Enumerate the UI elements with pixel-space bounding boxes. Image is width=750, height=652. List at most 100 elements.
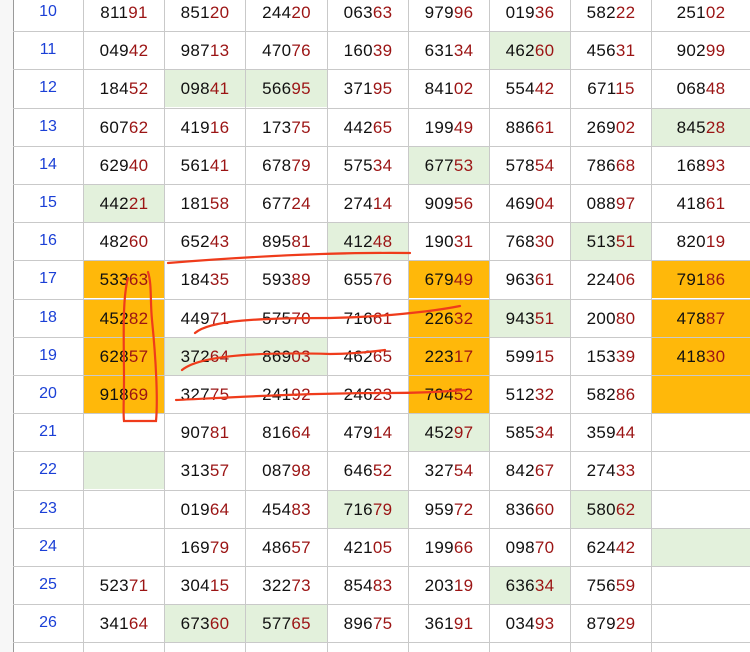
cell-tail-digits: 60 bbox=[128, 232, 149, 251]
result-cell: 32775 bbox=[165, 376, 245, 413]
cell-tail-digits: 32 bbox=[453, 309, 474, 328]
result-cell: 84267 bbox=[490, 452, 570, 489]
cell-head-digits: 452 bbox=[424, 423, 454, 442]
cell-tail-digits: 34 bbox=[372, 156, 393, 175]
cell-head-digits: 786 bbox=[586, 156, 616, 175]
result-cell bbox=[652, 605, 750, 642]
result-cell: 45297 bbox=[409, 414, 489, 451]
cell-head-digits: 361 bbox=[424, 614, 454, 633]
result-cell: 60762 bbox=[84, 109, 164, 146]
cell-tail-digits: 80 bbox=[615, 309, 636, 328]
result-cell: 08897 bbox=[571, 185, 651, 222]
result-cell: 46260 bbox=[490, 32, 570, 69]
result-cell: 62442 bbox=[571, 529, 651, 566]
row-number: 25 bbox=[39, 576, 57, 593]
result-cell bbox=[652, 452, 750, 489]
cell-head-digits: 959 bbox=[424, 500, 454, 519]
result-cell: 27414 bbox=[328, 185, 408, 222]
cell-head-digits: 624 bbox=[586, 538, 616, 557]
cell-head-digits: 452 bbox=[99, 309, 129, 328]
cell-tail-digits: 95 bbox=[291, 79, 311, 98]
cell-tail-digits: 40 bbox=[128, 156, 149, 175]
cell-tail-digits: 70 bbox=[534, 538, 555, 557]
cell-head-digits: 585 bbox=[505, 423, 535, 442]
result-cell: 58286 bbox=[571, 376, 651, 413]
cell-tail-digits: 52 bbox=[128, 79, 149, 98]
result-cell: 20080 bbox=[571, 300, 651, 337]
cell-tail-digits: 39 bbox=[615, 347, 636, 366]
result-cell: 90956 bbox=[409, 185, 489, 222]
cell-head-digits: 845 bbox=[676, 118, 706, 137]
cell-tail-digits: 64 bbox=[291, 423, 311, 442]
cell-head-digits: 372 bbox=[180, 347, 210, 366]
result-cell: 18435 bbox=[165, 261, 245, 298]
result-cell: 78668 bbox=[571, 147, 651, 184]
cell-tail-digits: 28 bbox=[705, 118, 726, 137]
result-cell: 15339 bbox=[571, 338, 651, 375]
result-cell: 63634 bbox=[490, 567, 570, 604]
result-cell: 59915 bbox=[490, 338, 570, 375]
result-cell: 08798 bbox=[246, 452, 327, 489]
result-cell: 44971 bbox=[165, 300, 245, 337]
cell-tail-digits: 30 bbox=[705, 347, 726, 366]
cell-tail-digits: 56 bbox=[453, 194, 474, 213]
cell-head-digits: 854 bbox=[343, 576, 373, 595]
cell-head-digits: 190 bbox=[424, 232, 454, 251]
cell-head-digits: 963 bbox=[505, 270, 535, 289]
cell-tail-digits: 87 bbox=[705, 309, 726, 328]
cell-head-digits: 907 bbox=[180, 423, 210, 442]
cell-tail-digits: 22 bbox=[615, 3, 636, 22]
row-number: 20 bbox=[39, 385, 57, 402]
cell-tail-digits: 34 bbox=[534, 576, 555, 595]
result-cell: 45282 bbox=[84, 300, 164, 337]
cell-head-digits: 418 bbox=[676, 347, 706, 366]
result-cell: 26902 bbox=[571, 109, 651, 146]
cell-tail-digits: 61 bbox=[372, 309, 393, 328]
cell-head-digits: 554 bbox=[505, 79, 535, 98]
cell-tail-digits: 19 bbox=[453, 576, 474, 595]
result-cell: 56141 bbox=[165, 147, 245, 184]
result-cell: 97996 bbox=[409, 0, 489, 31]
cell-head-digits: 442 bbox=[343, 118, 373, 137]
cell-tail-digits: 49 bbox=[453, 270, 474, 289]
cell-tail-digits: 42 bbox=[534, 79, 555, 98]
row-number: 10 bbox=[39, 3, 57, 20]
result-cell bbox=[84, 452, 164, 489]
cell-tail-digits: 52 bbox=[372, 461, 393, 480]
result-cell: 32754 bbox=[409, 452, 489, 489]
result-cell: 41830 bbox=[652, 338, 750, 375]
cell-tail-digits: 48 bbox=[372, 232, 393, 251]
result-cell: 62940 bbox=[84, 147, 164, 184]
cell-head-digits: 412 bbox=[343, 232, 373, 251]
cell-tail-digits: 15 bbox=[615, 79, 635, 98]
result-cell: 45631 bbox=[571, 32, 651, 69]
cell-head-digits: 421 bbox=[343, 538, 373, 557]
cell-tail-digits: 97 bbox=[615, 194, 636, 213]
row-divider bbox=[13, 642, 750, 643]
cell-tail-digits: 75 bbox=[291, 118, 311, 137]
result-cell: 87929 bbox=[571, 605, 651, 642]
cell-tail-digits: 60 bbox=[534, 500, 555, 519]
cell-tail-digits: 57 bbox=[291, 538, 311, 557]
cell-head-digits: 203 bbox=[424, 576, 454, 595]
cell-head-digits: 274 bbox=[343, 194, 373, 213]
result-cell: 67879 bbox=[246, 147, 327, 184]
row-number: 14 bbox=[39, 156, 57, 173]
cell-head-digits: 512 bbox=[505, 385, 535, 404]
result-cell: 44265 bbox=[328, 109, 408, 146]
cell-head-digits: 482 bbox=[99, 232, 129, 251]
result-cell: 71679 bbox=[328, 491, 408, 528]
cell-tail-digits: 58 bbox=[209, 194, 230, 213]
cell-tail-digits: 54 bbox=[453, 461, 474, 480]
cell-head-digits: 909 bbox=[424, 194, 454, 213]
cell-head-digits: 671 bbox=[587, 79, 616, 98]
cell-head-digits: 566 bbox=[262, 79, 292, 98]
result-cell: 55442 bbox=[490, 70, 570, 107]
row-number: 26 bbox=[39, 614, 57, 631]
cell-head-digits: 224 bbox=[586, 270, 616, 289]
result-cell: 19031 bbox=[409, 223, 489, 260]
cell-head-digits: 251 bbox=[676, 3, 706, 22]
cell-tail-digits: 83 bbox=[291, 500, 311, 519]
result-cell: 65576 bbox=[328, 261, 408, 298]
result-cell: 01936 bbox=[490, 0, 570, 31]
